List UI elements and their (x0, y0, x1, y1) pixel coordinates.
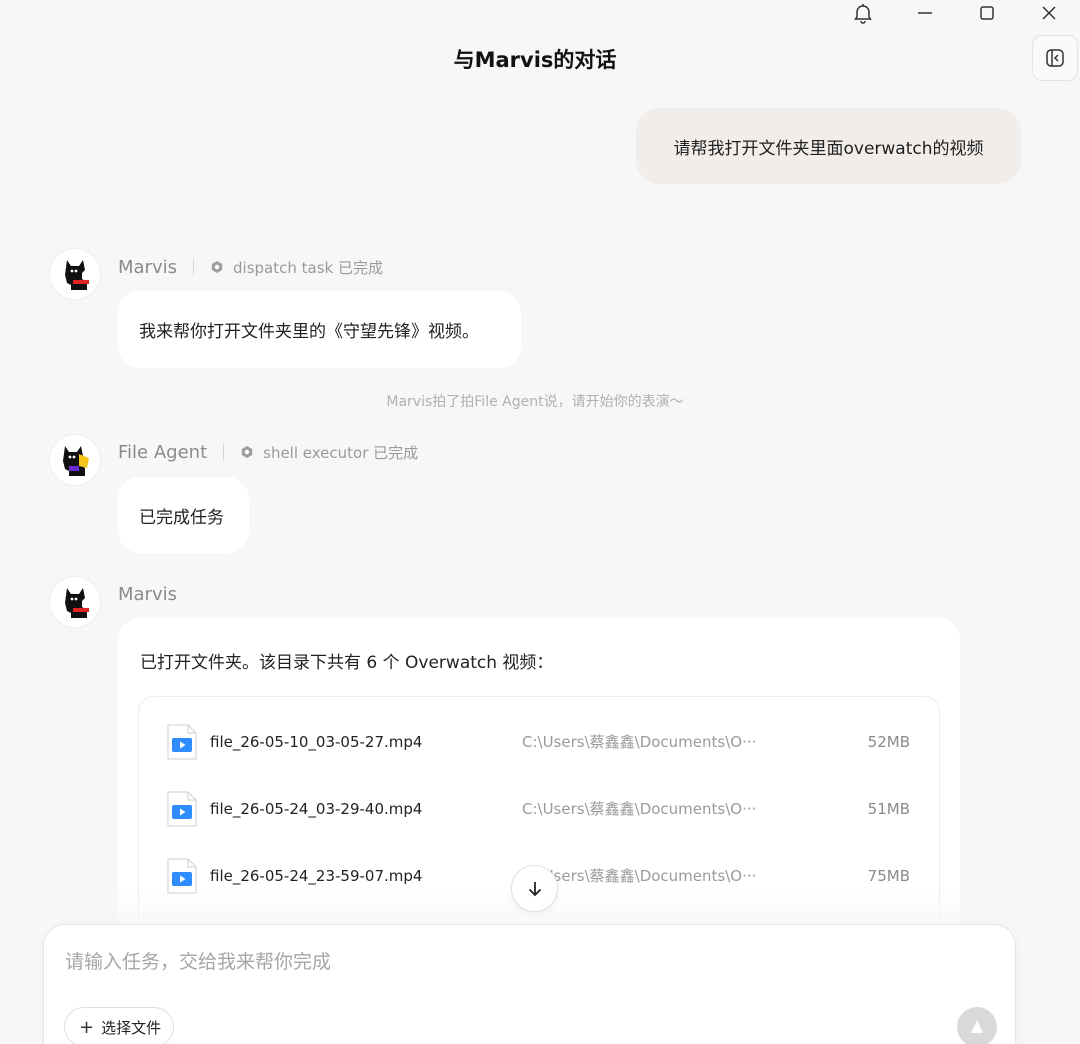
collapse-sidebar-icon (1046, 49, 1064, 67)
plus-icon: + (79, 1016, 95, 1038)
file-name: file_26-05-24_23-59-07.mp4 (210, 866, 423, 885)
video-file-icon (167, 858, 197, 893)
file-size: 52MB (867, 732, 910, 751)
composer: + 选择文件 (43, 924, 1016, 1044)
scroll-to-bottom-button[interactable] (511, 865, 558, 912)
task-status: dispatch task 已完成 (233, 258, 383, 277)
window-controls (832, 0, 1080, 26)
agent-message-bubble: 已完成任务 (118, 477, 249, 553)
close-button[interactable] (1018, 0, 1080, 26)
maximize-button[interactable] (956, 0, 1018, 26)
video-file-icon (167, 724, 197, 759)
system-note: Marvis拍了拍File Agent说，请开始你的表演～ (386, 394, 684, 410)
file-path: C:\Users\蔡鑫鑫\Documents\O··· (522, 800, 757, 818)
sender-row-file-agent: File Agent shell executor 已完成 (118, 440, 418, 464)
file-name: file_26-05-10_03-05-27.mp4 (210, 732, 423, 751)
file-row[interactable]: file_26-05-10_03-05-27.mp4 C:\Users\蔡鑫鑫\… (139, 708, 939, 775)
file-name: file_26-05-24_03-29-40.mp4 (210, 799, 423, 818)
video-file-icon (167, 791, 197, 826)
sender-row-marvis-1: Marvis dispatch task 已完成 (118, 255, 383, 279)
sender-row-marvis-2: Marvis (118, 582, 177, 606)
sender-name: File Agent (118, 441, 208, 463)
file-size: 51MB (867, 799, 910, 818)
divider (193, 259, 194, 275)
task-hexagon-icon (211, 261, 223, 273)
marvis-avatar (49, 248, 101, 300)
task-input[interactable] (65, 951, 915, 973)
sender-name: Marvis (118, 583, 177, 605)
select-file-button[interactable]: + 选择文件 (64, 1007, 175, 1044)
minimize-button[interactable] (894, 0, 956, 26)
task-hexagon-icon (241, 446, 253, 458)
sidebar-toggle-button[interactable] (1032, 35, 1078, 81)
send-button[interactable] (957, 1007, 997, 1044)
file-row[interactable]: file_26-05-24_03-29-40.mp4 C:\Users\蔡鑫鑫\… (139, 775, 939, 842)
arrow-down-icon (528, 881, 541, 896)
marvis-avatar (49, 576, 101, 628)
user-message-bubble: 请帮我打开文件夹里面overwatch的视频 (636, 108, 1021, 184)
task-status: shell executor 已完成 (263, 443, 419, 462)
conversation-title: 与Marvis的对话 (453, 48, 617, 72)
send-arrow-icon (971, 1020, 983, 1033)
result-summary-text: 已打开文件夹。该目录下共有 6 个 Overwatch 视频： (140, 653, 554, 673)
assistant-message-bubble: 我来帮你打开文件夹里的《守望先锋》视频。 (118, 291, 521, 368)
file-agent-avatar (49, 434, 101, 486)
file-path: C:\Users\蔡鑫鑫\Documents\O··· (522, 733, 757, 751)
select-file-label: 选择文件 (101, 1018, 162, 1037)
sender-name: Marvis (118, 256, 177, 278)
divider (223, 444, 225, 460)
file-size: 75MB (867, 866, 910, 885)
notification-bell-icon[interactable] (832, 0, 894, 26)
